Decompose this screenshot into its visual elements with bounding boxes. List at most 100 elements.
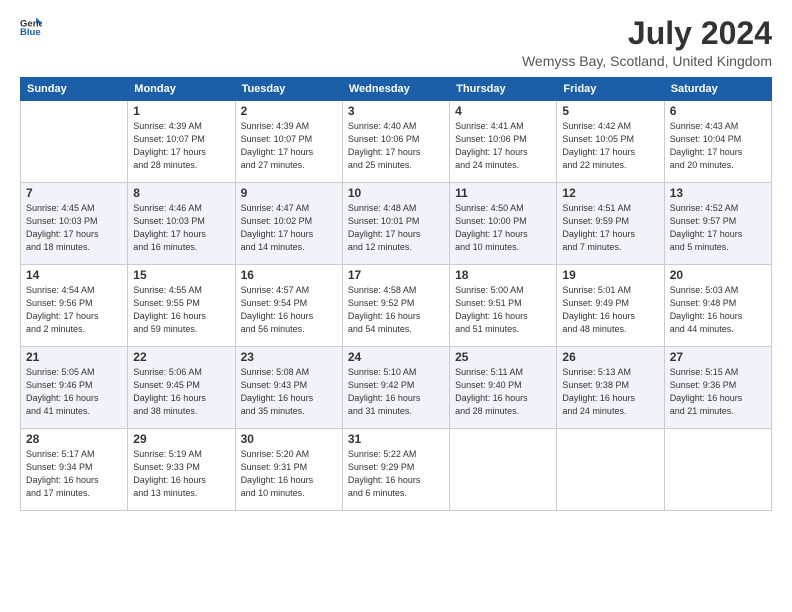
col-tuesday: Tuesday — [235, 78, 342, 101]
day-number: 22 — [133, 350, 229, 364]
day-info: Sunrise: 4:39 AMSunset: 10:07 PMDaylight… — [133, 120, 229, 172]
day-info: Sunrise: 4:47 AMSunset: 10:02 PMDaylight… — [241, 202, 337, 254]
day-number: 8 — [133, 186, 229, 200]
table-row: 7Sunrise: 4:45 AMSunset: 10:03 PMDayligh… — [21, 183, 128, 265]
svg-text:Blue: Blue — [20, 27, 41, 38]
table-row — [557, 429, 664, 511]
table-row: 12 Sunrise: 4:51 AMSunset: 9:59 PMDayligh… — [557, 183, 664, 265]
day-info: Sunrise: 4:41 AMSunset: 10:06 PMDaylight… — [455, 120, 551, 172]
day-info: Sunrise: 4:55 AMSunset: 9:55 PMDaylight:… — [133, 284, 229, 336]
day-info: Sunrise: 4:50 AMSunset: 10:00 PMDaylight… — [455, 202, 551, 254]
day-number: 13 — [670, 186, 766, 200]
page: General Blue July 2024 Wemyss Bay, Scotl… — [0, 0, 792, 612]
day-number: 6 — [670, 104, 766, 118]
day-number: 19 — [562, 268, 658, 282]
day-number: 28 — [26, 432, 122, 446]
day-info: Sunrise: 4:54 AMSunset: 9:56 PMDaylight:… — [26, 284, 122, 336]
day-info: Sunrise: 5:15 AMSunset: 9:36 PMDaylight:… — [670, 366, 766, 418]
day-info: Sunrise: 4:42 AMSunset: 10:05 PMDaylight… — [562, 120, 658, 172]
table-row: 27 Sunrise: 5:15 AMSunset: 9:36 PMDayligh… — [664, 347, 771, 429]
day-number: 18 — [455, 268, 551, 282]
day-info: Sunrise: 5:11 AMSunset: 9:40 PMDaylight:… — [455, 366, 551, 418]
table-row: 4 Sunrise: 4:41 AMSunset: 10:06 PMDayligh… — [450, 101, 557, 183]
day-number: 23 — [241, 350, 337, 364]
day-number: 5 — [562, 104, 658, 118]
day-number: 1 — [133, 104, 229, 118]
day-number: 24 — [348, 350, 444, 364]
day-info: Sunrise: 5:17 AMSunset: 9:34 PMDaylight:… — [26, 448, 122, 500]
table-row: 20Sunrise: 5:03 AMSunset: 9:48 PMDayligh… — [664, 265, 771, 347]
table-row: 6 Sunrise: 4:43 AMSunset: 10:04 PMDayligh… — [664, 101, 771, 183]
table-row: 14Sunrise: 4:54 AMSunset: 9:56 PMDayligh… — [21, 265, 128, 347]
day-info: Sunrise: 5:00 AMSunset: 9:51 PMDaylight:… — [455, 284, 551, 336]
day-number: 2 — [241, 104, 337, 118]
logo-icon: General Blue — [20, 16, 42, 38]
day-info: Sunrise: 4:52 AMSunset: 9:57 PMDaylight:… — [670, 202, 766, 254]
table-row — [664, 429, 771, 511]
day-number: 29 — [133, 432, 229, 446]
day-info: Sunrise: 4:46 AMSunset: 10:03 PMDaylight… — [133, 202, 229, 254]
col-monday: Monday — [128, 78, 235, 101]
table-row: 16 Sunrise: 4:57 AMSunset: 9:54 PMDayligh… — [235, 265, 342, 347]
table-row — [450, 429, 557, 511]
header: General Blue July 2024 Wemyss Bay, Scotl… — [20, 16, 772, 69]
day-info: Sunrise: 5:22 AMSunset: 9:29 PMDaylight:… — [348, 448, 444, 500]
table-row: 30 Sunrise: 5:20 AMSunset: 9:31 PMDayligh… — [235, 429, 342, 511]
table-row: 5 Sunrise: 4:42 AMSunset: 10:05 PMDayligh… — [557, 101, 664, 183]
day-number: 30 — [241, 432, 337, 446]
day-number: 31 — [348, 432, 444, 446]
table-row: 17Sunrise: 4:58 AMSunset: 9:52 PMDayligh… — [342, 265, 449, 347]
calendar-week-row: 28 Sunrise: 5:17 AMSunset: 9:34 PMDayligh… — [21, 429, 772, 511]
col-friday: Friday — [557, 78, 664, 101]
day-info: Sunrise: 4:48 AMSunset: 10:01 PMDaylight… — [348, 202, 444, 254]
table-row: 1 Sunrise: 4:39 AMSunset: 10:07 PMDayligh… — [128, 101, 235, 183]
calendar-week-row: 1 Sunrise: 4:39 AMSunset: 10:07 PMDayligh… — [21, 101, 772, 183]
day-number: 11 — [455, 186, 551, 200]
day-info: Sunrise: 5:19 AMSunset: 9:33 PMDaylight:… — [133, 448, 229, 500]
day-number: 17 — [348, 268, 444, 282]
day-info: Sunrise: 5:01 AMSunset: 9:49 PMDaylight:… — [562, 284, 658, 336]
col-wednesday: Wednesday — [342, 78, 449, 101]
day-number: 16 — [241, 268, 337, 282]
col-sunday: Sunday — [21, 78, 128, 101]
logo: General Blue — [20, 16, 42, 38]
day-number: 27 — [670, 350, 766, 364]
calendar-week-row: 21Sunrise: 5:05 AMSunset: 9:46 PMDayligh… — [21, 347, 772, 429]
day-info: Sunrise: 4:39 AMSunset: 10:07 PMDaylight… — [241, 120, 337, 172]
day-info: Sunrise: 4:45 AMSunset: 10:03 PMDaylight… — [26, 202, 122, 254]
day-info: Sunrise: 5:20 AMSunset: 9:31 PMDaylight:… — [241, 448, 337, 500]
day-number: 25 — [455, 350, 551, 364]
table-row: 15 Sunrise: 4:55 AMSunset: 9:55 PMDayligh… — [128, 265, 235, 347]
title-area: July 2024 Wemyss Bay, Scotland, United K… — [522, 16, 772, 69]
day-info: Sunrise: 5:08 AMSunset: 9:43 PMDaylight:… — [241, 366, 337, 418]
month-title: July 2024 — [522, 16, 772, 51]
day-number: 15 — [133, 268, 229, 282]
col-saturday: Saturday — [664, 78, 771, 101]
table-row: 3Sunrise: 4:40 AMSunset: 10:06 PMDayligh… — [342, 101, 449, 183]
table-row: 29 Sunrise: 5:19 AMSunset: 9:33 PMDayligh… — [128, 429, 235, 511]
table-row: 26Sunrise: 5:13 AMSunset: 9:38 PMDayligh… — [557, 347, 664, 429]
table-row: 24Sunrise: 5:10 AMSunset: 9:42 PMDayligh… — [342, 347, 449, 429]
day-number: 10 — [348, 186, 444, 200]
day-number: 12 — [562, 186, 658, 200]
table-row: 22 Sunrise: 5:06 AMSunset: 9:45 PMDayligh… — [128, 347, 235, 429]
day-number: 4 — [455, 104, 551, 118]
day-number: 9 — [241, 186, 337, 200]
day-info: Sunrise: 4:43 AMSunset: 10:04 PMDaylight… — [670, 120, 766, 172]
day-info: Sunrise: 4:51 AMSunset: 9:59 PMDaylight:… — [562, 202, 658, 254]
table-row — [21, 101, 128, 183]
table-row: 9 Sunrise: 4:47 AMSunset: 10:02 PMDayligh… — [235, 183, 342, 265]
table-row: 2 Sunrise: 4:39 AMSunset: 10:07 PMDayligh… — [235, 101, 342, 183]
day-number: 26 — [562, 350, 658, 364]
table-row: 25 Sunrise: 5:11 AMSunset: 9:40 PMDayligh… — [450, 347, 557, 429]
day-info: Sunrise: 5:03 AMSunset: 9:48 PMDaylight:… — [670, 284, 766, 336]
col-thursday: Thursday — [450, 78, 557, 101]
day-info: Sunrise: 4:57 AMSunset: 9:54 PMDaylight:… — [241, 284, 337, 336]
location-title: Wemyss Bay, Scotland, United Kingdom — [522, 53, 772, 69]
table-row: 31 Sunrise: 5:22 AMSunset: 9:29 PMDayligh… — [342, 429, 449, 511]
day-info: Sunrise: 4:40 AMSunset: 10:06 PMDaylight… — [348, 120, 444, 172]
calendar-header-row: Sunday Monday Tuesday Wednesday Thursday… — [21, 78, 772, 101]
table-row: 18 Sunrise: 5:00 AMSunset: 9:51 PMDayligh… — [450, 265, 557, 347]
day-info: Sunrise: 5:06 AMSunset: 9:45 PMDaylight:… — [133, 366, 229, 418]
table-row: 19 Sunrise: 5:01 AMSunset: 9:49 PMDayligh… — [557, 265, 664, 347]
